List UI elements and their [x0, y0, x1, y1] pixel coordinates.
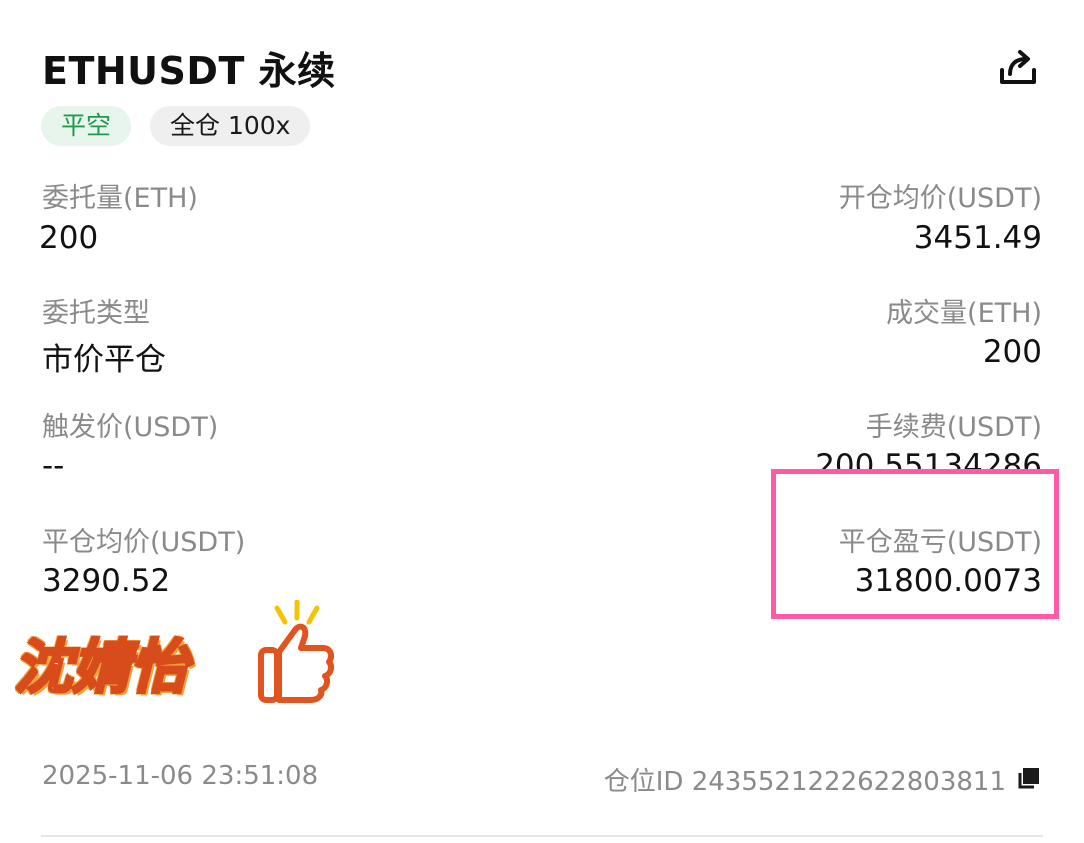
page-title: ETHUSDT 永续	[42, 49, 336, 93]
margin-mode-badge: 全仓 100x	[150, 106, 311, 146]
side-badge: 平空	[41, 106, 132, 146]
open-avg-price-value: 3451.49	[913, 220, 1042, 256]
trigger-price-label: 触发价(USDT)	[42, 412, 219, 443]
divider	[41, 835, 1043, 837]
close-pnl-value: 31800.0073	[854, 563, 1042, 599]
trigger-price-value: --	[42, 448, 65, 484]
filled-qty-value: 200	[982, 334, 1042, 370]
fee-label: 手续费(USDT)	[865, 412, 1042, 443]
order-type-label: 委托类型	[42, 298, 150, 329]
name-stamp: 沈婧怡	[12, 632, 189, 703]
close-avg-price-value: 3290.52	[42, 563, 171, 599]
filled-qty-label: 成交量(ETH)	[886, 298, 1042, 329]
open-avg-price-label: 开仓均价(USDT)	[838, 183, 1042, 214]
order-qty-label: 委托量(ETH)	[42, 183, 198, 214]
order-qty-value: 200	[39, 220, 99, 256]
thumbs-up-icon	[255, 599, 337, 710]
order-type-value: 市价平仓	[42, 342, 166, 378]
order-timestamp: 2025-11-06 23:51:08	[42, 761, 319, 791]
copy-icon[interactable]	[1015, 766, 1041, 792]
share-icon[interactable]	[998, 44, 1038, 88]
close-pnl-label: 平仓盈亏(USDT)	[838, 527, 1042, 558]
position-id: 仓位ID 2435521222622803811	[603, 767, 1006, 797]
close-avg-price-label: 平仓均价(USDT)	[42, 527, 246, 558]
